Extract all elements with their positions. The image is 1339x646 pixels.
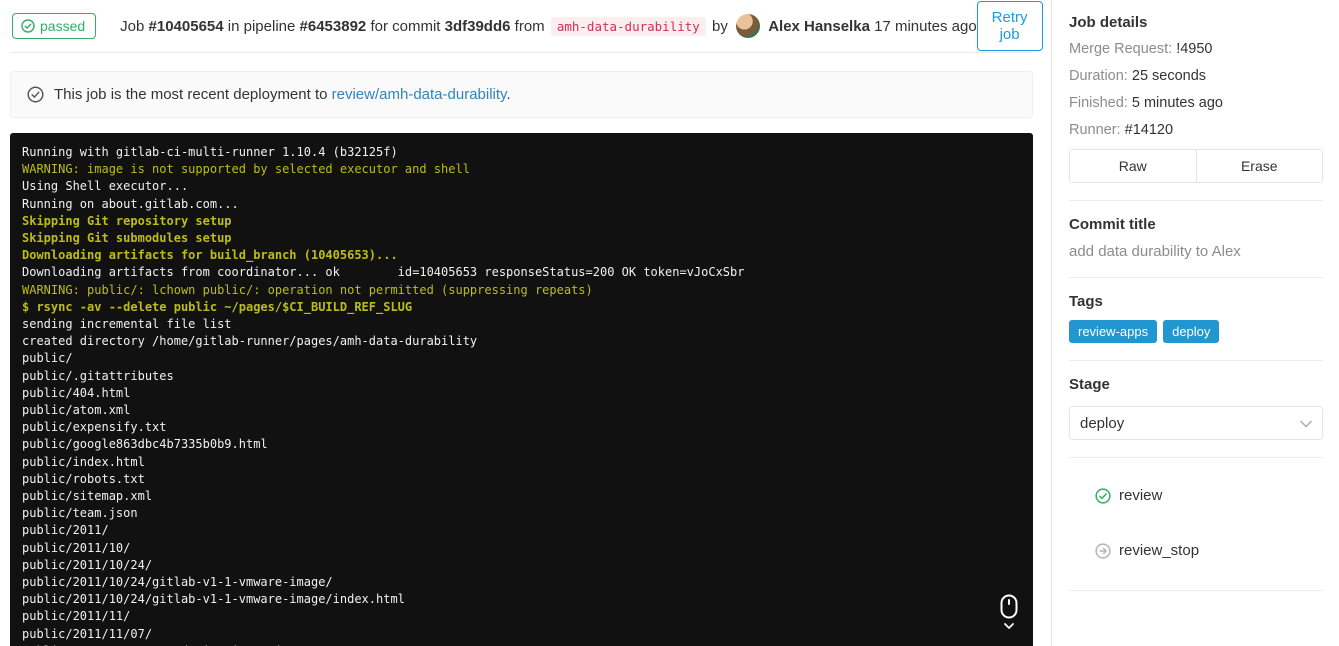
- log-line: public/sitemap.xml: [22, 489, 153, 504]
- environment-link[interactable]: review/amh-data-durability: [332, 86, 507, 103]
- log-line: $ rsync -av --delete public ~/pages/$CI_…: [22, 299, 413, 314]
- log-actions: Raw Erase: [1069, 149, 1323, 183]
- log-line: Downloading artifacts from coordinator..…: [22, 265, 745, 280]
- author-name-link[interactable]: Alex Hanselka: [768, 18, 870, 35]
- log-line: public/index.html: [22, 454, 145, 469]
- commit-label: for commit: [370, 18, 441, 35]
- stage-job-label: review: [1119, 487, 1163, 504]
- log-line: public/2011/10/24/: [22, 557, 153, 572]
- job-summary: Job #10405654 in pipeline #6453892 for c…: [120, 14, 977, 38]
- detail-row: Runner: #14120: [1069, 122, 1323, 138]
- log-line: public/2011/10/: [22, 540, 131, 555]
- tag-badge[interactable]: deploy: [1163, 320, 1220, 343]
- branch-badge[interactable]: amh-data-durability: [550, 17, 706, 36]
- erase-button[interactable]: Erase: [1196, 149, 1323, 183]
- detail-value: !4950: [1176, 41, 1213, 57]
- stage-job-review_stop[interactable]: review_stop: [1069, 528, 1323, 573]
- deployment-notice-text: This job is the most recent deployment t…: [54, 86, 511, 103]
- tags-row: review-apps deploy: [1069, 320, 1323, 343]
- log-line: public/atom.xml: [22, 403, 131, 418]
- commit-sha-link[interactable]: 3df39dd6: [445, 18, 511, 35]
- detail-label: Finished:: [1069, 95, 1132, 111]
- commit-title-heading: Commit title: [1069, 216, 1156, 233]
- notice-text: This job is the most recent deployment t…: [54, 86, 328, 103]
- detail-row: Finished: 5 minutes ago: [1069, 95, 1323, 111]
- log-line: public/2011/: [22, 523, 109, 538]
- scroll-down-indicator[interactable]: [997, 594, 1021, 634]
- job-label: Job: [120, 18, 145, 35]
- status-badge[interactable]: passed: [12, 13, 97, 39]
- log-line: created directory /home/gitlab-runner/pa…: [22, 334, 478, 349]
- from-label: from: [514, 18, 545, 35]
- detail-row: Merge Request: !4950: [1069, 41, 1323, 57]
- detail-row: Duration: 25 seconds: [1069, 68, 1323, 84]
- log-line: Running with gitlab-ci-multi-runner 1.10…: [22, 145, 398, 159]
- scroll-down-icon: [1000, 594, 1018, 629]
- time-ago: 17 minutes ago: [874, 18, 977, 35]
- log-line: public/2011/10/24/gitlab-v1-1-vmware-ima…: [22, 575, 333, 590]
- log-line: WARNING: public/: lchown public/: operat…: [22, 282, 593, 297]
- stage-heading: Stage: [1069, 376, 1110, 393]
- stage-job-review[interactable]: review: [1069, 473, 1323, 518]
- stage-selected-value: deploy: [1080, 414, 1125, 432]
- log-line: public/2011/11/07/: [22, 626, 153, 641]
- tags-heading: Tags: [1069, 293, 1103, 310]
- avatar[interactable]: [736, 14, 761, 38]
- pipeline-label: in pipeline: [227, 18, 296, 35]
- detail-value: 5 minutes ago: [1131, 95, 1223, 111]
- detail-value: #14120: [1124, 122, 1174, 138]
- log-line: Skipping Git repository setup: [22, 213, 232, 228]
- log-line: public/robots.txt: [22, 471, 145, 486]
- log-lines: Running with gitlab-ci-multi-runner 1.10…: [22, 144, 1021, 646]
- log-line: public/2011/11/: [22, 609, 131, 624]
- log-line: Downloading artifacts for build_branch (…: [22, 248, 398, 263]
- status-label: passed: [40, 18, 86, 34]
- log-line: public/404.html: [22, 385, 131, 400]
- by-label: by: [712, 18, 728, 35]
- job-number: #10405654: [148, 18, 224, 35]
- detail-value: 25 seconds: [1131, 68, 1207, 84]
- pipeline-number-link[interactable]: #6453892: [300, 18, 367, 35]
- log-line: WARNING: image is not supported by selec…: [22, 162, 470, 177]
- retry-job-button[interactable]: Retry job: [976, 1, 1043, 51]
- log-line: Running on about.gitlab.com...: [22, 196, 239, 211]
- divider: [1069, 590, 1323, 591]
- status-manual-icon: [1095, 542, 1111, 559]
- detail-label: Runner:: [1069, 122, 1125, 138]
- chevron-down-icon: [1300, 420, 1312, 428]
- log-line: sending incremental file list: [22, 317, 232, 332]
- log-line: public/google863dbc4b7335b0b9.html: [22, 437, 268, 452]
- divider: [1069, 457, 1323, 458]
- log-line: public/: [22, 351, 73, 366]
- check-circle-icon: [27, 86, 44, 103]
- log-line: public/expensify.txt: [22, 420, 167, 435]
- log-line: Using Shell executor...: [22, 179, 189, 194]
- stage-dropdown[interactable]: deploy: [1069, 406, 1323, 440]
- tag-badge[interactable]: review-apps: [1069, 320, 1158, 343]
- job-details-rows: Merge Request: !4950 Duration: 25 seconds…: [1069, 41, 1323, 138]
- status-success-icon: [1095, 487, 1111, 504]
- job-details-title: Job details: [1069, 14, 1148, 31]
- detail-label: Duration:: [1069, 68, 1132, 84]
- divider: [1069, 200, 1323, 201]
- log-line: Skipping Git submodules setup: [22, 231, 232, 246]
- check-circle-icon: [21, 19, 35, 33]
- deployment-notice: This job is the most recent deployment t…: [10, 71, 1033, 118]
- log-line: public/team.json: [22, 506, 138, 521]
- divider: [1069, 360, 1323, 361]
- divider: [1069, 277, 1323, 278]
- job-page: passed Job #10405654 in pipeline #645389…: [0, 0, 1339, 646]
- job-sidebar: Job details Merge Request: !4950 Duration…: [1051, 0, 1339, 646]
- build-log[interactable]: Running with gitlab-ci-multi-runner 1.10…: [10, 133, 1033, 646]
- stage-jobs-list: review review_stop: [1069, 473, 1323, 573]
- log-line: public/2011/10/24/gitlab-v1-1-vmware-ima…: [22, 592, 405, 607]
- detail-label: Merge Request:: [1069, 41, 1177, 57]
- main-column: passed Job #10405654 in pipeline #645389…: [0, 0, 1051, 646]
- commit-title-text: add data durability to Alex: [1069, 243, 1241, 260]
- stage-job-label: review_stop: [1119, 542, 1200, 559]
- build-header: passed Job #10405654 in pipeline #645389…: [10, 0, 1043, 53]
- raw-button[interactable]: Raw: [1069, 149, 1197, 183]
- log-line: public/.gitattributes: [22, 368, 174, 383]
- notice-suffix: .: [506, 86, 511, 103]
